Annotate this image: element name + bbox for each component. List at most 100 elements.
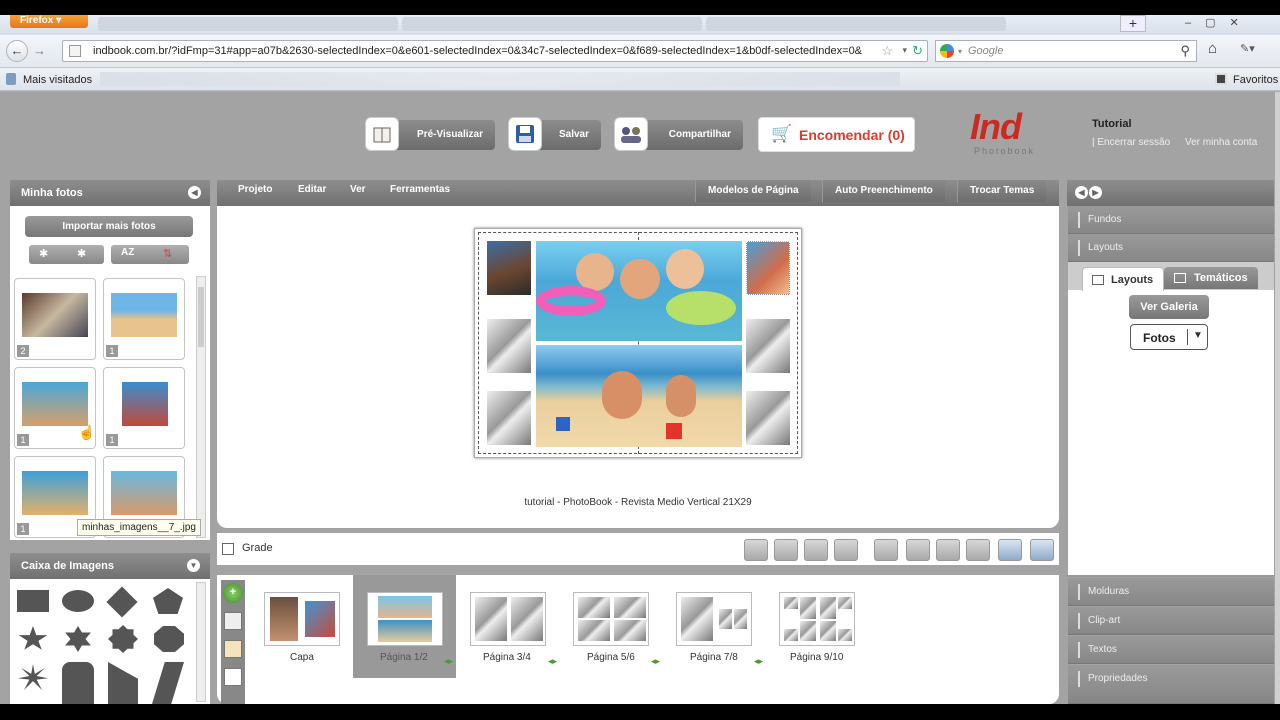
cylinder-shape-icon[interactable]	[62, 662, 94, 704]
rotate-left-icon[interactable]	[804, 539, 828, 561]
page-thumb-1-2[interactable]	[367, 592, 443, 646]
page-thumb-cover[interactable]	[264, 592, 340, 646]
redo-icon[interactable]	[1030, 539, 1054, 561]
empty-photo-slot[interactable]	[487, 319, 531, 373]
page-thumb-5-6[interactable]	[573, 592, 649, 646]
address-bar[interactable]: indbook.com.br/?idFmp=31#app=a07b&2630-s…	[62, 40, 928, 62]
favorites-link[interactable]: Favoritos	[1233, 74, 1278, 86]
bookmark-star-icon[interactable]: ☆	[881, 43, 893, 59]
rotate-right-icon[interactable]	[834, 539, 858, 561]
panel-properties[interactable]: Propriedades	[1068, 665, 1274, 704]
empty-photo-slot[interactable]	[746, 391, 790, 445]
shapes-scrollbar[interactable]	[196, 582, 206, 702]
ellipse-shape-icon[interactable]	[62, 590, 94, 612]
photo-slot[interactable]	[487, 241, 531, 295]
order-button[interactable]: 🛒 Encomendar (0)	[758, 117, 915, 152]
chevron-down-icon[interactable]: ▼	[1193, 330, 1203, 341]
panel-clipart[interactable]: Clip-art	[1068, 607, 1274, 635]
sort-date-icon[interactable]: ⇅	[163, 247, 172, 260]
menu-project[interactable]: Projeto	[238, 184, 272, 195]
align-right-icon[interactable]	[966, 539, 990, 561]
menu-tools[interactable]: Ferramentas	[390, 184, 450, 195]
logout-link[interactable]: | Encerrar sessão	[1092, 137, 1170, 148]
url-text[interactable]: indbook.com.br/?idFmp=31#app=a07b&2630-s…	[93, 45, 873, 57]
sort-group[interactable]: AZ ⇅	[111, 245, 189, 264]
burst-shape-icon[interactable]	[108, 625, 138, 653]
photo-thumb[interactable]: 2	[14, 278, 96, 360]
undo-icon[interactable]	[998, 539, 1022, 561]
window-controls[interactable]: –▢✕	[1185, 16, 1275, 30]
panel-backgrounds[interactable]: Fundos	[1068, 206, 1274, 234]
empty-photo-slot[interactable]	[746, 319, 790, 373]
view-gallery-button[interactable]: Ver Galeria	[1129, 295, 1209, 319]
panel-texts[interactable]: Textos	[1068, 636, 1274, 664]
move-page-arrows-icon[interactable]: ◂▸	[651, 656, 660, 667]
menu-edit[interactable]: Editar	[298, 184, 326, 195]
main-photo-pool-kids[interactable]	[536, 241, 742, 341]
bookmark-items-blurred[interactable]	[100, 72, 900, 86]
page-models-button[interactable]: Modelos de Página	[695, 180, 811, 202]
import-photos-button[interactable]: Importar mais fotos	[25, 216, 193, 237]
zoom-out-icon[interactable]	[744, 539, 768, 561]
scrollbar-thumb[interactable]	[198, 287, 204, 347]
align-left-icon[interactable]	[874, 539, 898, 561]
page-thumb-3-4[interactable]	[470, 592, 546, 646]
save-button[interactable]: Salvar	[508, 117, 601, 151]
photo-thumb[interactable]: 1	[103, 367, 185, 449]
browser-tab[interactable]	[98, 17, 398, 31]
search-bar[interactable]: ▾ Google ⚲	[935, 40, 1197, 62]
menu-view[interactable]: Ver	[350, 184, 366, 195]
back-arrow-icon[interactable]: ←	[6, 40, 28, 62]
search-engine-dropdown-icon[interactable]: ▾	[958, 47, 962, 56]
collapse-right-icon[interactable]: ▶	[1089, 186, 1102, 199]
page-spread[interactable]	[474, 228, 802, 458]
dropdown-arrow-icon[interactable]: ▾	[902, 45, 907, 56]
new-tab-plus-icon[interactable]: +	[1120, 15, 1146, 32]
layout-type-select[interactable]: Fotos ▼	[1130, 324, 1208, 350]
tab-themes[interactable]: Temáticos	[1164, 267, 1258, 289]
share-button[interactable]: Compartilhar	[614, 117, 743, 151]
group-filter-icon[interactable]: ✱	[77, 247, 86, 260]
most-visited-link[interactable]: Mais visitados	[23, 74, 92, 86]
octagon-shape-icon[interactable]	[154, 626, 184, 652]
move-page-arrows-icon[interactable]: ◂▸	[444, 656, 453, 667]
photo-slot[interactable]	[746, 241, 790, 295]
view-account-link[interactable]: Ver minha conta	[1185, 137, 1257, 148]
rectangle-shape-icon[interactable]	[17, 590, 49, 612]
forward-arrow-icon[interactable]: →	[33, 43, 46, 58]
photos-scrollbar[interactable]	[196, 276, 206, 538]
align-center-icon[interactable]	[906, 539, 930, 561]
expand-right-icon[interactable]: ◀	[1075, 186, 1088, 199]
auto-fill-button[interactable]: Auto Preenchimento	[822, 180, 945, 202]
browser-tab[interactable]	[706, 17, 1006, 31]
panel-frames[interactable]: Molduras	[1068, 578, 1274, 606]
person-filter-icon[interactable]: ✱	[39, 247, 48, 260]
tab-layouts[interactable]: Layouts	[1082, 267, 1164, 291]
move-page-arrows-icon[interactable]: ◂▸	[548, 656, 557, 667]
empty-photo-slot[interactable]	[487, 391, 531, 445]
indbook-photobook-logo[interactable]: Ind Photobook	[970, 106, 1070, 156]
search-icon[interactable]: ⚲	[1180, 43, 1190, 59]
page-thumb-9-10[interactable]	[779, 592, 855, 646]
main-photo-beach-kids[interactable]	[536, 345, 742, 447]
expand-shapes-icon[interactable]: ▼	[187, 559, 200, 572]
collapse-left-icon[interactable]: ◀	[188, 186, 201, 199]
grid-checkbox[interactable]	[222, 543, 234, 555]
panel-layouts[interactable]: Layouts	[1068, 234, 1274, 262]
change-themes-button[interactable]: Trocar Temas	[957, 180, 1047, 202]
zoom-in-icon[interactable]	[774, 539, 798, 561]
copy-page-icon[interactable]	[224, 612, 242, 630]
addon-icon[interactable]: ✎▾	[1240, 42, 1264, 60]
firefox-menu-button[interactable]: Firefox ▾	[10, 15, 88, 28]
delete-page-icon[interactable]	[224, 668, 242, 686]
paste-page-icon[interactable]	[224, 640, 242, 658]
move-page-arrows-icon[interactable]: ◂▸	[754, 656, 763, 667]
photo-thumb[interactable]: 1	[103, 278, 185, 360]
add-page-icon[interactable]: +	[223, 583, 243, 603]
browser-scrollbar[interactable]	[1275, 92, 1280, 704]
page-thumb-7-8[interactable]	[676, 592, 752, 646]
sort-az-icon[interactable]: AZ	[121, 247, 134, 258]
photo-filter-group[interactable]: ✱ ✱	[29, 245, 104, 264]
reload-icon[interactable]: ↻	[912, 43, 923, 59]
preview-button[interactable]: Pré-Visualizar	[365, 117, 495, 151]
